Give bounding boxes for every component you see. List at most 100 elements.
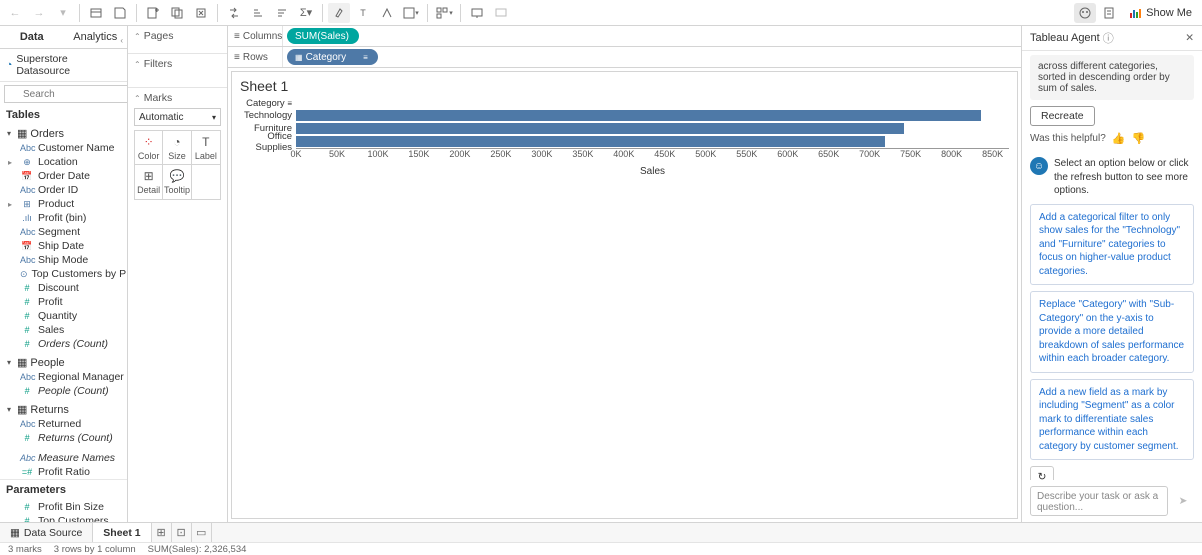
columns-shelf[interactable]: SUM(Sales) (283, 26, 1021, 46)
field-profit-bin-size[interactable]: #Profit Bin Size (0, 500, 127, 514)
data-guide-button[interactable] (1098, 3, 1120, 23)
new-datasource-button[interactable] (85, 3, 107, 23)
pill-sum-sales[interactable]: SUM(Sales) (287, 28, 359, 44)
field-type-icon: Abc (20, 255, 34, 265)
clear-button[interactable] (190, 3, 212, 23)
agent-select-text: Select an option below or click the refr… (1054, 157, 1194, 198)
pill-category[interactable]: ▦Category≡ (287, 49, 378, 65)
field-sales[interactable]: #Sales (0, 323, 127, 337)
tab-data-source[interactable]: ▦Data Source (0, 523, 93, 542)
bar[interactable] (296, 136, 885, 147)
undo-button[interactable]: ← (4, 3, 26, 23)
tab-sheet-1[interactable]: Sheet 1 (93, 523, 151, 542)
pages-shelf[interactable]: ⌃Pages (134, 30, 221, 42)
redo-button[interactable]: → (28, 3, 50, 23)
field-top-customers[interactable]: #Top Customers (0, 514, 127, 522)
axis-tick: 350K (572, 149, 593, 159)
mark-size[interactable]: ◔Size (163, 131, 191, 165)
mark-detail[interactable]: ⊞Detail (135, 165, 163, 199)
filters-shelf[interactable]: ⌃Filters (134, 58, 221, 70)
new-dashboard-button[interactable]: ⊡ (172, 523, 192, 542)
presentation-button[interactable] (466, 3, 488, 23)
marks-shelf-header: ⌃Marks (134, 92, 221, 104)
field-profit-bin-[interactable]: .ılıProfit (bin) (0, 211, 127, 225)
bar[interactable] (296, 110, 981, 121)
save-button[interactable] (109, 3, 131, 23)
field-type-icon: Abc (20, 185, 34, 195)
field-people-count-[interactable]: #People (Count) (0, 384, 127, 398)
category-header[interactable]: Category ≡ (240, 98, 296, 109)
bar[interactable] (296, 123, 904, 134)
thumbs-down-button[interactable]: 👎 (1131, 132, 1145, 145)
sheet-canvas: Sheet 1 Category ≡ TechnologyFurnitureOf… (231, 71, 1018, 519)
field-location[interactable]: ▸⊕Location (0, 155, 127, 169)
field-ship-date[interactable]: 📅Ship Date (0, 239, 127, 253)
field-returned[interactable]: AbcReturned (0, 417, 127, 431)
mark-color[interactable]: ⁘Color (135, 131, 163, 165)
field-customer-name[interactable]: AbcCustomer Name (0, 141, 127, 155)
new-worksheet-button[interactable] (142, 3, 164, 23)
field-returns-count-[interactable]: #Returns (Count) (0, 431, 127, 445)
new-sheet-button[interactable]: ⊞ (152, 523, 172, 542)
show-me-button[interactable]: Show Me (1122, 6, 1198, 20)
table-orders[interactable]: ▾▦Orders (0, 126, 127, 141)
rows-shelf[interactable]: ▦Category≡ (283, 47, 1021, 67)
mark-label[interactable]: TLabel (192, 131, 220, 165)
agent-option-3[interactable]: Add a new field as a mark by including "… (1030, 379, 1194, 461)
field-type-icon: .ılı (20, 213, 34, 223)
worksheet-area: ≡Columns SUM(Sales) ≡Rows ▦Category≡ She… (228, 26, 1021, 522)
table-people[interactable]: ▾▦People (0, 355, 127, 370)
field-order-date[interactable]: 📅Order Date (0, 169, 127, 183)
sort-desc-button[interactable] (271, 3, 293, 23)
field-segment[interactable]: AbcSegment (0, 225, 127, 239)
field-orders-count-[interactable]: #Orders (Count) (0, 337, 127, 351)
field-regional-manager[interactable]: AbcRegional Manager (0, 370, 127, 384)
tableau-agent-toggle[interactable] (1074, 3, 1096, 23)
redo-dropdown[interactable]: ▾ (52, 3, 74, 23)
agent-option-2[interactable]: Replace "Category" with "Sub-Category" o… (1030, 291, 1194, 373)
send-button[interactable]: ➤ (1172, 490, 1194, 512)
field-profit[interactable]: #Profit (0, 295, 127, 309)
info-icon[interactable]: ⓘ (1103, 30, 1114, 46)
field-type-icon: # (20, 311, 34, 321)
table-returns[interactable]: ▾▦Returns (0, 402, 127, 417)
thumbs-up-button[interactable]: 👍 (1112, 132, 1126, 145)
format-button[interactable] (376, 3, 398, 23)
tab-data[interactable]: Data (0, 26, 64, 48)
field-discount[interactable]: #Discount (0, 281, 127, 295)
share-button[interactable] (490, 3, 512, 23)
swap-button[interactable] (223, 3, 245, 23)
agent-avatar-icon: ☺ (1030, 157, 1048, 175)
field-product[interactable]: ▸⊞Product (0, 197, 127, 211)
sort-asc-button[interactable] (247, 3, 269, 23)
field-type-icon: # (20, 325, 34, 335)
marks-type-dropdown[interactable]: Automatic▾ (134, 108, 221, 126)
field-type-icon: Abc (20, 419, 34, 429)
highlight-button[interactable] (328, 3, 350, 23)
recreate-button[interactable]: Recreate (1030, 106, 1095, 126)
sheet-title[interactable]: Sheet 1 (240, 78, 1009, 94)
labels-button[interactable]: T (352, 3, 374, 23)
agent-previous-message: across different categories, sorted in d… (1030, 55, 1194, 100)
field-top-customers-by-p-[interactable]: ⊙Top Customers by P… (0, 267, 127, 281)
agent-option-1[interactable]: Add a categorical filter to only show sa… (1030, 204, 1194, 286)
fit-button[interactable]: ▾ (400, 3, 422, 23)
field-quantity[interactable]: #Quantity (0, 309, 127, 323)
tab-analytics[interactable]: Analytics‹ (64, 26, 128, 48)
field-measure-names[interactable]: AbcMeasure Names (0, 451, 127, 465)
refresh-options-button[interactable]: ↻ (1030, 466, 1054, 480)
show-cards-button[interactable]: ▾ (433, 3, 455, 23)
agent-input[interactable]: Describe your task or ask a question... (1030, 486, 1168, 516)
datasource-row[interactable]: ◔ Superstore Datasource (0, 49, 127, 82)
detail-icon: ⊞ (144, 169, 154, 183)
field-ship-mode[interactable]: AbcShip Mode (0, 253, 127, 267)
search-input[interactable] (4, 85, 128, 103)
close-agent-button[interactable]: ✕ (1185, 32, 1194, 44)
field-order-id[interactable]: AbcOrder ID (0, 183, 127, 197)
size-icon: ◔ (173, 135, 180, 149)
mark-tooltip[interactable]: 💬Tooltip (163, 165, 191, 199)
totals-button[interactable]: Σ▾ (295, 3, 317, 23)
duplicate-button[interactable] (166, 3, 188, 23)
new-story-button[interactable]: ▭ (192, 523, 212, 542)
field-profit-ratio[interactable]: =#Profit Ratio (0, 465, 127, 479)
